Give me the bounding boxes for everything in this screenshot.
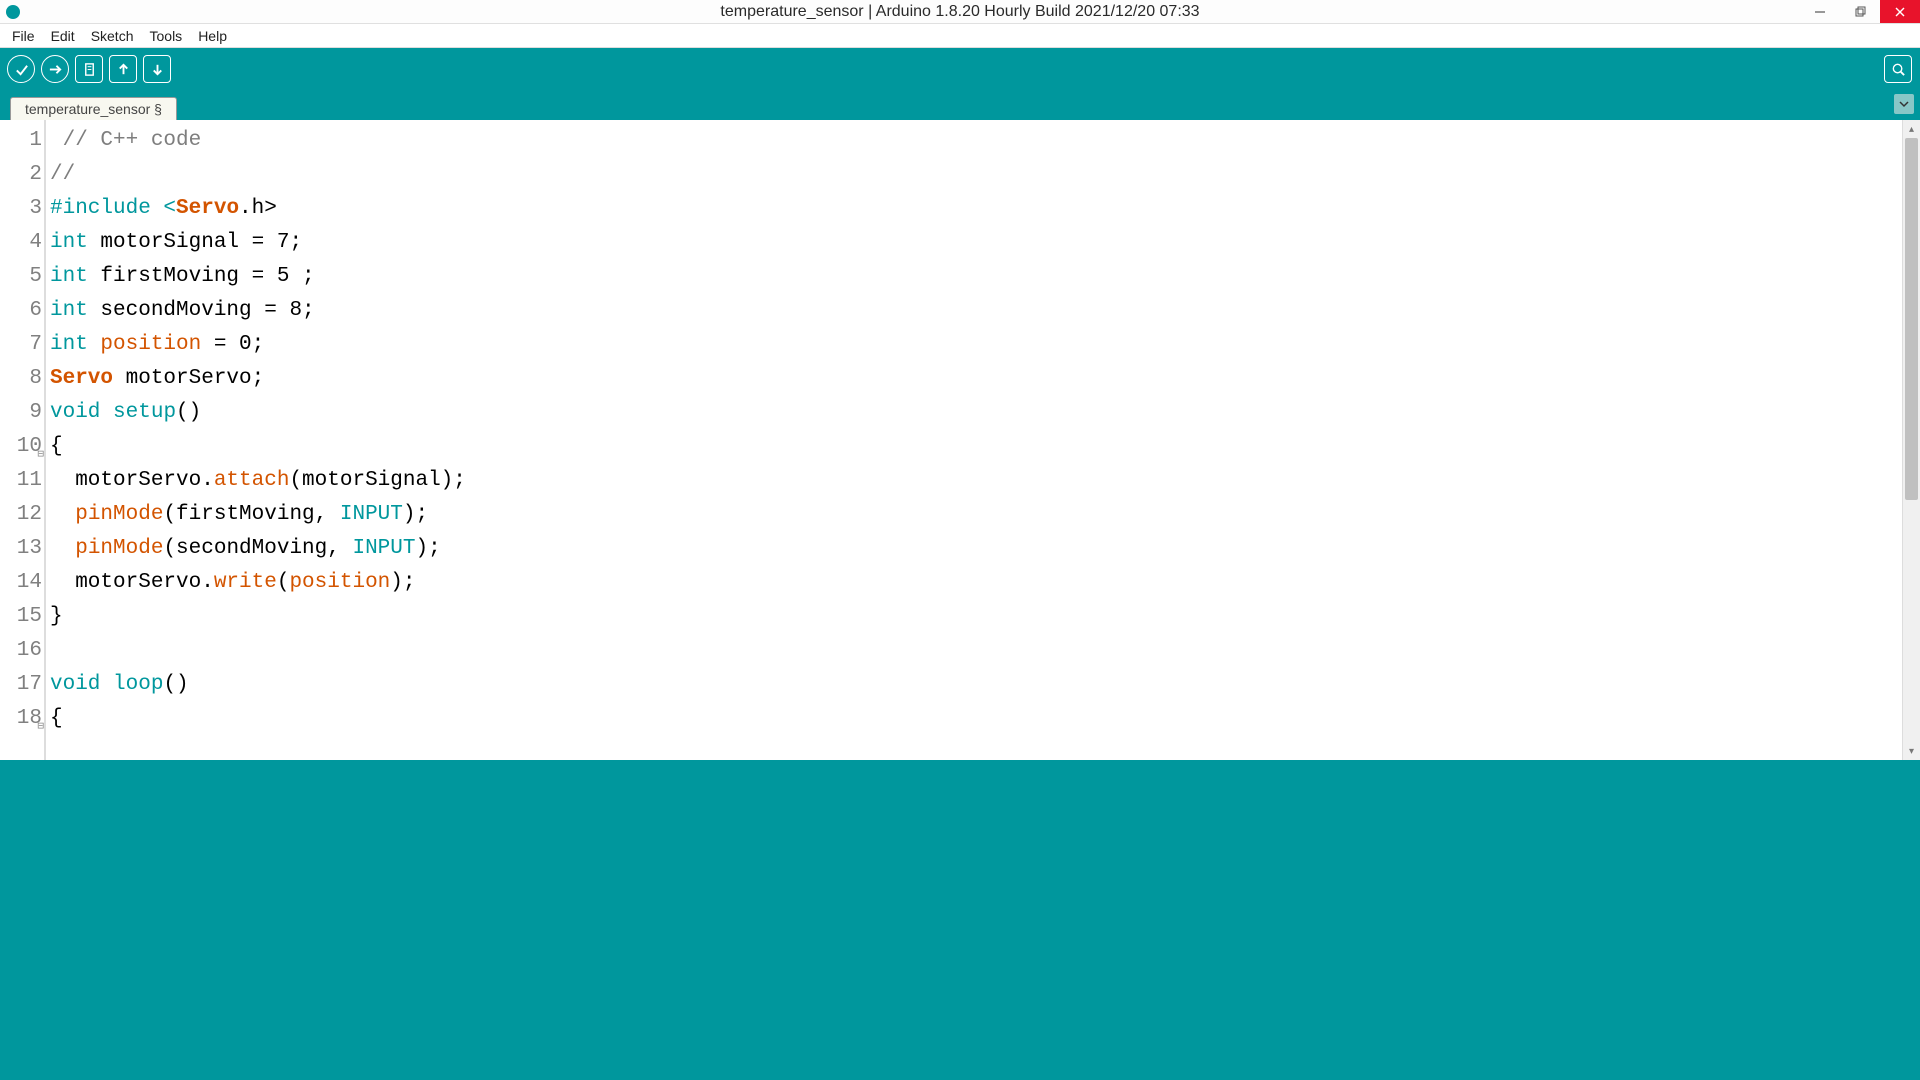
code-line[interactable]: motorServo.attach(motorSignal); xyxy=(50,464,1902,498)
maximize-icon xyxy=(1854,6,1866,18)
code-line[interactable]: int secondMoving = 8; xyxy=(50,294,1902,328)
menubar: File Edit Sketch Tools Help xyxy=(0,24,1920,48)
menu-sketch[interactable]: Sketch xyxy=(83,28,142,44)
titlebar: temperature_sensor | Arduino 1.8.20 Hour… xyxy=(0,0,1920,24)
close-button[interactable] xyxy=(1880,0,1920,23)
code-line[interactable]: void setup() xyxy=(50,396,1902,430)
window-controls xyxy=(1800,0,1920,23)
code-line[interactable]: motorServo.write(position); xyxy=(50,566,1902,600)
open-button[interactable] xyxy=(109,55,137,83)
new-button[interactable] xyxy=(75,55,103,83)
verify-button[interactable] xyxy=(7,55,35,83)
code-line[interactable] xyxy=(50,634,1902,668)
fold-marker[interactable]: ⊟ xyxy=(37,710,44,744)
code-line[interactable]: int motorSignal = 7; xyxy=(50,226,1902,260)
code-line[interactable]: // C++ code xyxy=(50,124,1902,158)
app-icon xyxy=(6,5,20,19)
window-title: temperature_sensor | Arduino 1.8.20 Hour… xyxy=(720,3,1199,21)
code-line[interactable]: pinMode(secondMoving, INPUT); xyxy=(50,532,1902,566)
menu-help[interactable]: Help xyxy=(190,28,235,44)
vertical-scrollbar[interactable]: ▴ ▾ xyxy=(1902,120,1920,760)
scroll-down-arrow[interactable]: ▾ xyxy=(1903,742,1920,760)
console-area xyxy=(0,760,1920,1080)
toolbar xyxy=(0,48,1920,90)
line-gutter: 12345678910⊟1112131415161718⊟ xyxy=(0,120,46,760)
upload-button[interactable] xyxy=(41,55,69,83)
code-line[interactable]: void loop() xyxy=(50,668,1902,702)
maximize-button[interactable] xyxy=(1840,0,1880,23)
code-line[interactable]: int position = 0; xyxy=(50,328,1902,362)
code-line[interactable]: } xyxy=(50,600,1902,634)
code-line[interactable]: { xyxy=(50,702,1902,736)
code-line[interactable]: #include <Servo.h> xyxy=(50,192,1902,226)
save-button[interactable] xyxy=(143,55,171,83)
magnifier-icon xyxy=(1891,62,1906,77)
sketch-tab[interactable]: temperature_sensor § xyxy=(10,97,177,120)
scroll-thumb[interactable] xyxy=(1905,138,1918,500)
scroll-up-arrow[interactable]: ▴ xyxy=(1903,120,1920,138)
code-area[interactable]: // C++ code//#include <Servo.h>int motor… xyxy=(46,120,1902,760)
editor[interactable]: 12345678910⊟1112131415161718⊟ // C++ cod… xyxy=(0,120,1920,760)
arrow-down-icon xyxy=(150,62,165,77)
scroll-track[interactable] xyxy=(1903,138,1920,742)
check-icon xyxy=(14,62,29,77)
menu-file[interactable]: File xyxy=(4,28,43,44)
tabbar: temperature_sensor § xyxy=(0,90,1920,120)
minimize-button[interactable] xyxy=(1800,0,1840,23)
menu-edit[interactable]: Edit xyxy=(43,28,83,44)
serial-monitor-button[interactable] xyxy=(1884,55,1912,83)
minimize-icon xyxy=(1814,6,1826,18)
close-icon xyxy=(1894,6,1906,18)
chevron-down-icon xyxy=(1898,98,1910,110)
code-line[interactable]: // xyxy=(50,158,1902,192)
code-line[interactable]: pinMode(firstMoving, INPUT); xyxy=(50,498,1902,532)
tab-dropdown-button[interactable] xyxy=(1894,94,1914,114)
code-line[interactable]: { xyxy=(50,430,1902,464)
arrow-right-icon xyxy=(48,62,63,77)
code-line[interactable]: int firstMoving = 5 ; xyxy=(50,260,1902,294)
arrow-up-icon xyxy=(116,62,131,77)
file-icon xyxy=(82,62,97,77)
code-line[interactable]: Servo motorServo; xyxy=(50,362,1902,396)
menu-tools[interactable]: Tools xyxy=(142,28,191,44)
